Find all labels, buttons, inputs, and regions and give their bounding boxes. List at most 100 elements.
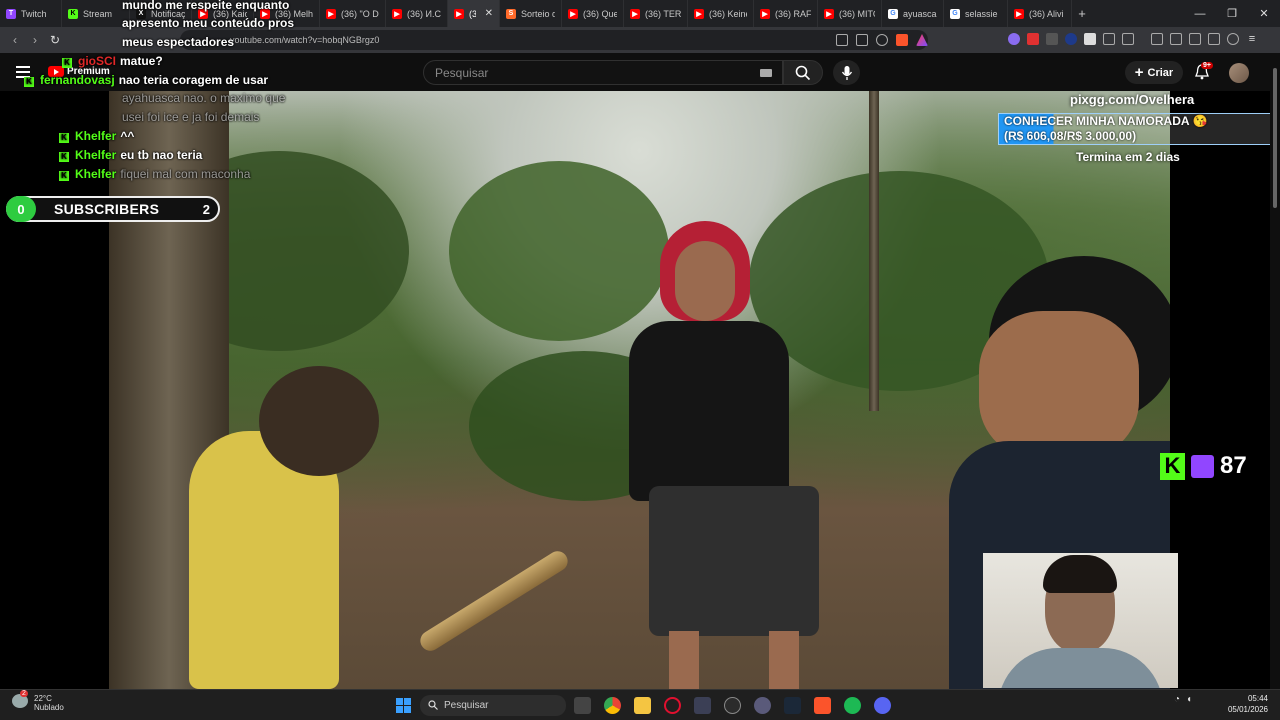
browser-tab[interactable]: ▶ (36) Keine	[688, 0, 754, 27]
extension-icon[interactable]	[1065, 33, 1077, 45]
extension-icon[interactable]	[1046, 33, 1058, 45]
brave-icon[interactable]	[814, 697, 831, 714]
keyboard-icon[interactable]	[760, 69, 772, 77]
page-scrollbar[interactable]	[1270, 53, 1280, 689]
clock[interactable]: 05:44 05/01/2026	[1208, 693, 1268, 715]
search-button[interactable]	[783, 60, 823, 85]
wallet-icon[interactable]	[1189, 33, 1201, 45]
brave-rewards-icon[interactable]	[916, 34, 928, 46]
weather-widget[interactable]: 2 22°C Nublado	[12, 690, 64, 712]
browser-tab[interactable]: ▶ (36) Que	[562, 0, 624, 27]
chat-username: fernandovasj	[40, 73, 115, 87]
bookmark-icon[interactable]	[876, 34, 888, 46]
create-button[interactable]: + Criar	[1125, 61, 1183, 84]
minimize-icon[interactable]: —	[1184, 0, 1216, 27]
twitch-logo-icon	[1191, 454, 1214, 478]
youtube-search-input[interactable]: Pesquisar	[423, 60, 783, 85]
tab-favicon-icon: ▶	[760, 8, 770, 19]
tab-title: selassie	[965, 8, 998, 19]
app-icon[interactable]	[694, 697, 711, 714]
viewer-counter: K 87	[1160, 452, 1247, 480]
scrollbar-thumb[interactable]	[1273, 68, 1277, 208]
kick-icon: K	[59, 171, 69, 181]
account-avatar[interactable]	[1229, 63, 1249, 83]
discord-icon[interactable]	[874, 697, 891, 714]
vpn-icon[interactable]	[1227, 33, 1239, 45]
kick-icon: K	[59, 152, 69, 162]
temperature: 22°C	[34, 694, 52, 703]
share-icon[interactable]	[856, 34, 868, 46]
person-face	[675, 241, 735, 321]
browser-tab[interactable]: Gayuasca n	[882, 0, 944, 27]
browser-tab[interactable]: ▶ (36) "O D	[320, 0, 386, 27]
tab-title: Sorteio d	[521, 8, 555, 19]
chat-line: K Khelfer ^^	[59, 129, 134, 143]
create-label: Criar	[1147, 66, 1174, 79]
subscribers-goal-count: 2	[202, 201, 210, 217]
browser-tab[interactable]: ▶ (36) MITO	[818, 0, 882, 27]
taskbar-apps	[574, 697, 891, 714]
person-face	[979, 311, 1139, 461]
task-view-icon[interactable]	[574, 697, 591, 714]
screenshot-icon[interactable]	[1122, 33, 1134, 45]
subscribers-start-count: 0	[6, 196, 36, 222]
time: 05:44	[1247, 694, 1268, 703]
close-tab-icon[interactable]: ✕	[485, 8, 493, 19]
extension-icons: ≡	[1008, 33, 1258, 45]
wifi-icon[interactable]: ◔	[1174, 694, 1180, 705]
chat-username: Khelfer	[75, 167, 117, 181]
browser-tab[interactable]: Gselassie	[944, 0, 1008, 27]
person-shorts	[649, 486, 819, 636]
goal-title: CONHECER MINHA NAMORADA 😘	[1004, 114, 1208, 128]
browser-tab[interactable]: ▶ (36) TERN	[624, 0, 688, 27]
pix-link: pixgg.com/Ovelhera	[1070, 92, 1195, 107]
plus-icon: +	[1134, 64, 1144, 81]
restore-icon[interactable]: ❐	[1216, 0, 1248, 27]
puzzle-icon[interactable]	[1103, 33, 1115, 45]
search-icon	[795, 65, 811, 80]
opera-icon[interactable]	[664, 697, 681, 714]
foliage	[449, 161, 669, 341]
close-icon[interactable]: ✕	[1248, 0, 1280, 27]
search-icon	[428, 700, 438, 710]
steam-icon[interactable]	[784, 697, 801, 714]
extension-icon[interactable]	[1008, 33, 1020, 45]
ai-icon[interactable]	[1208, 33, 1220, 45]
tab-title: (36) RAFI	[775, 8, 811, 19]
cast-icon[interactable]	[836, 34, 848, 46]
windows-start-icon[interactable]	[396, 698, 411, 713]
donation-goal: CONHECER MINHA NAMORADA 😘 (R$ 606,08/R$ …	[998, 113, 1272, 145]
voice-search-button[interactable]	[833, 60, 860, 85]
person-leg	[669, 631, 699, 689]
sidebar-icon[interactable]	[1170, 33, 1182, 45]
browser-tab[interactable]: ▶ (36) Alivi	[1008, 0, 1072, 27]
url-actions	[836, 30, 928, 50]
github-icon[interactable]	[724, 697, 741, 714]
browser-tab[interactable]: S Sorteio d	[500, 0, 562, 27]
taskbar-search[interactable]: Pesquisar	[420, 695, 566, 716]
taskbar-search-label: Pesquisar	[444, 700, 489, 711]
volume-icon[interactable]: ◖	[1186, 694, 1192, 705]
person-hair	[259, 366, 379, 476]
tab-favicon-icon: ▶	[824, 8, 834, 19]
chrome-icon[interactable]	[604, 697, 621, 714]
webcam-overlay	[983, 553, 1178, 688]
tab-title: (36) Que	[583, 8, 617, 19]
tab-title: ayuasca n	[903, 8, 937, 19]
extension-icon[interactable]	[1084, 33, 1096, 45]
new-tab-button[interactable]: +	[1072, 6, 1092, 21]
spotify-icon[interactable]	[844, 697, 861, 714]
media-icon[interactable]	[1151, 33, 1163, 45]
menu-icon[interactable]: ≡	[1246, 33, 1258, 45]
chat-message: apresento meu conteúdo pros	[122, 16, 295, 30]
person-black-tanktop	[629, 321, 789, 501]
tab-favicon-icon: ▶	[630, 8, 640, 19]
file-explorer-icon[interactable]	[634, 697, 651, 714]
extension-icon[interactable]	[1027, 33, 1039, 45]
tab-favicon-icon: ▶	[392, 8, 402, 19]
app-icon[interactable]	[754, 697, 771, 714]
browser-tab[interactable]: ▶ (3 ✕	[448, 0, 500, 27]
brave-shield-icon[interactable]	[896, 34, 908, 46]
browser-tab[interactable]: ▶ (36) RAFI	[754, 0, 818, 27]
browser-tab[interactable]: ▶ (36) И.С	[386, 0, 448, 27]
